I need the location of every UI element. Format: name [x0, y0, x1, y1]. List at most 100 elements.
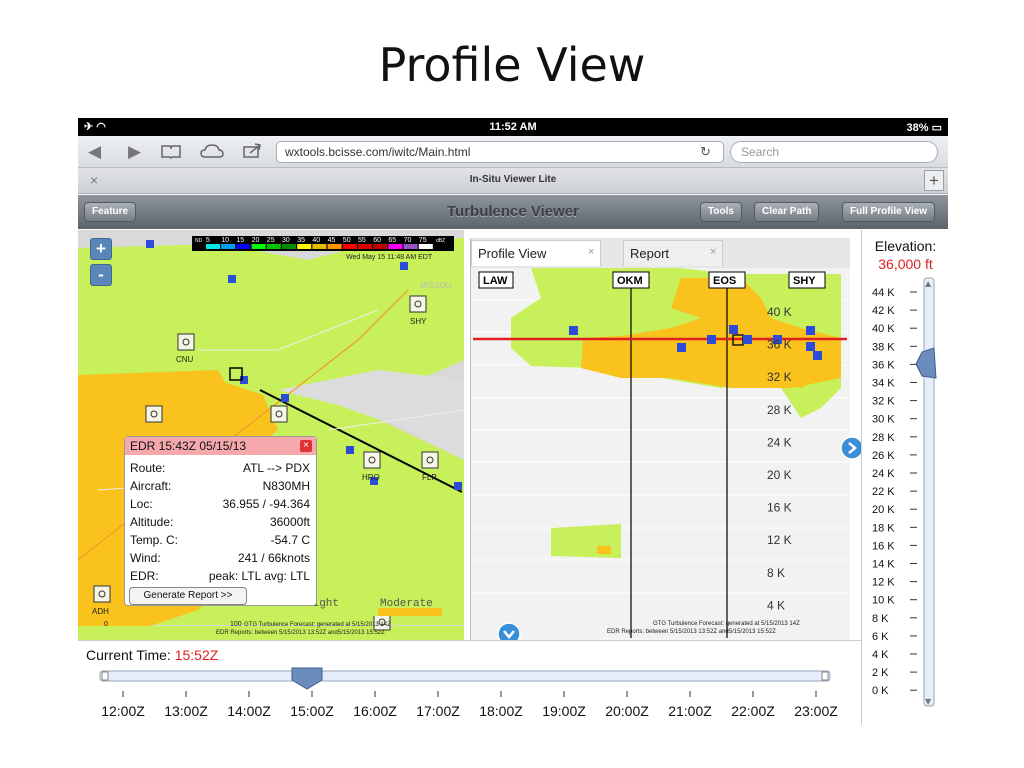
elevation-tick-label: 14 K — [872, 559, 895, 571]
timeline-right-arrow-icon[interactable] — [821, 671, 829, 681]
map-footer-line1: GTG Turbulence Forecast: generated at 5/… — [244, 622, 391, 628]
edr-marker[interactable] — [400, 262, 408, 270]
share-icon[interactable] — [242, 141, 264, 159]
profile-canvas[interactable]: LAW OKM EOS SHY 40 K 36 K 32 K 28 K 24 K 20 K… — [471, 238, 850, 640]
feature-button[interactable]: Feature — [84, 202, 137, 222]
edr-marker[interactable] — [228, 275, 236, 283]
site-cnu-icon[interactable] — [177, 333, 195, 351]
site-label-flp: FLP — [422, 473, 437, 482]
elevation-tick-label: 18 K — [872, 522, 895, 534]
elevation-tick-label: 8 K — [872, 613, 889, 625]
popup-key: EDR: — [130, 569, 159, 583]
timeline-tick-label[interactable]: 13:00Z — [164, 703, 208, 719]
legend-value-label: 70 — [404, 237, 412, 244]
legend-value-label: 55 — [358, 237, 366, 244]
edr-marker[interactable] — [743, 335, 752, 344]
back-arrow-icon[interactable]: ◀ — [88, 142, 101, 162]
profile-altitude-label: 36 K — [767, 338, 792, 352]
profile-altitude-label: 4 K — [767, 598, 785, 612]
timeline-left-arrow-icon[interactable] — [101, 671, 109, 681]
legend-nd-label: ND — [195, 238, 203, 244]
timeline-slider-track[interactable] — [99, 670, 831, 682]
browser-tab-bar: × In-Situ Viewer Lite + — [78, 168, 948, 194]
browser-toolbar: ◀ ▶ wxtools.bcisse.com/iwitc/Main.html ↻… — [78, 136, 948, 168]
elevation-tick-label: 44 K — [872, 287, 895, 299]
timeline-tick-label[interactable]: 22:00Z — [731, 703, 775, 719]
edr-marker[interactable] — [346, 446, 354, 454]
legend-swatch — [418, 244, 433, 249]
timeline-tick-label[interactable]: 19:00Z — [542, 703, 586, 719]
elevation-up-arrow-icon[interactable]: ▲ — [925, 279, 932, 288]
tools-button[interactable]: Tools — [700, 202, 742, 222]
reload-icon[interactable]: ↻ — [700, 144, 711, 160]
edr-marker[interactable] — [729, 325, 738, 334]
edr-marker[interactable] — [146, 240, 154, 248]
elevation-tick-label: 34 K — [872, 378, 895, 390]
timeline-slider-thumb[interactable] — [291, 667, 323, 690]
legend-swatch — [221, 244, 236, 249]
site-icon[interactable] — [145, 405, 163, 423]
site-hro-icon[interactable] — [363, 451, 381, 469]
legend-value-label: 20 — [252, 237, 260, 244]
elevation-slider-thumb[interactable] — [915, 347, 937, 379]
popup-close-button[interactable]: × — [300, 440, 312, 452]
edr-marker[interactable] — [707, 335, 716, 344]
elevation-down-arrow-icon[interactable]: ▼ — [925, 697, 932, 706]
bookmarks-icon[interactable] — [160, 143, 182, 159]
elevation-slider-track[interactable] — [923, 277, 935, 707]
elevation-tick-label: 28 K — [872, 432, 895, 444]
legend-value-label: 75 — [419, 237, 427, 244]
waypoint-okm: OKM — [617, 275, 643, 287]
popup-row: EDR: peak: LTL avg: LTL — [130, 569, 310, 585]
edr-marker[interactable] — [569, 326, 578, 335]
timeline-tick-label[interactable]: 14:00Z — [227, 703, 271, 719]
popup-row: Temp. C: -54.7 C — [130, 533, 310, 549]
timeline-tick-label[interactable]: 17:00Z — [416, 703, 460, 719]
legend-value-label: 25 — [267, 237, 275, 244]
profile-altitude-label: 8 K — [767, 566, 785, 580]
popup-value: -54.7 C — [270, 533, 310, 547]
edr-marker[interactable] — [806, 342, 815, 351]
timeline-tick-label[interactable]: 12:00Z — [101, 703, 145, 719]
zoom-out-button[interactable]: - — [90, 264, 112, 286]
timeline-tick-label[interactable]: 15:00Z — [290, 703, 334, 719]
full-profile-view-button[interactable]: Full Profile View — [842, 202, 936, 222]
edr-marker[interactable] — [806, 326, 815, 335]
generate-report-button[interactable]: Generate Report >> — [129, 587, 247, 605]
region-label: MISSOU — [420, 281, 452, 290]
legend-swatch — [342, 244, 357, 249]
popup-key: Altitude: — [130, 515, 174, 529]
edr-marker[interactable] — [677, 343, 686, 352]
legend-swatch — [327, 244, 342, 249]
profile-view-panel: Profile View × Report × LAW OKM EOS SHY … — [470, 238, 850, 640]
edr-marker[interactable] — [281, 394, 289, 402]
zoom-in-button[interactable]: + — [90, 238, 112, 260]
popup-value: 36000ft — [269, 515, 310, 529]
search-field[interactable]: Search — [730, 141, 938, 163]
edr-marker[interactable] — [454, 482, 462, 490]
forward-arrow-icon[interactable]: ▶ — [128, 142, 141, 162]
site-icon[interactable] — [270, 405, 288, 423]
legend-value-label: 10 — [221, 237, 229, 244]
edr-marker[interactable] — [813, 351, 822, 360]
search-placeholder: Search — [741, 145, 780, 159]
elevation-panel: Elevation: 36,000 ft 44 K 42 K 40 K 38 K 36 … — [861, 230, 948, 725]
timeline-tick-label[interactable]: 21:00Z — [668, 703, 712, 719]
timeline-tick-label[interactable]: 20:00Z — [605, 703, 649, 719]
site-flp-icon[interactable] — [421, 451, 439, 469]
clear-path-button[interactable]: Clear Path — [754, 202, 820, 222]
timeline-tick-label[interactable]: 18:00Z — [479, 703, 523, 719]
tab-title[interactable]: In-Situ Viewer Lite — [78, 174, 948, 185]
icloud-icon[interactable] — [200, 143, 224, 159]
new-tab-button[interactable]: + — [924, 170, 944, 191]
site-adh-icon[interactable] — [93, 585, 111, 603]
timeline-tick-label[interactable]: 16:00Z — [353, 703, 397, 719]
site-shy-icon[interactable] — [409, 295, 427, 313]
url-field[interactable]: wxtools.bcisse.com/iwitc/Main.html — [276, 141, 724, 163]
legend-swatch — [373, 244, 388, 249]
popup-value: 241 / 66knots — [237, 551, 310, 565]
elevation-tick-label: 36 K — [872, 359, 895, 371]
status-time: 11:52 AM — [489, 121, 537, 133]
timeline-tick-label[interactable]: 23:00Z — [794, 703, 838, 719]
legend-value-label: 50 — [343, 237, 351, 244]
